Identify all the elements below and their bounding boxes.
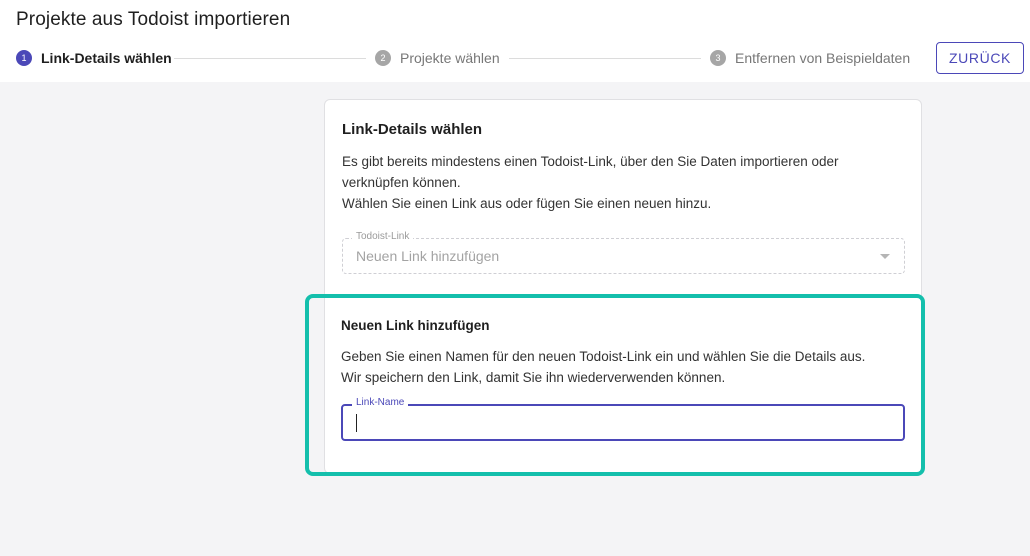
step-connector-2 bbox=[509, 58, 701, 59]
todoist-link-select[interactable]: Todoist-Link Neuen Link hinzufügen bbox=[342, 231, 905, 274]
card-title: Link-Details wählen bbox=[342, 121, 483, 138]
card-description: Es gibt bereits mindestens einen Todoist… bbox=[342, 151, 902, 214]
link-name-label: Link-Name bbox=[352, 397, 409, 408]
page-header: Projekte aus Todoist importieren 1 Link-… bbox=[0, 0, 1030, 82]
text-cursor bbox=[356, 414, 357, 432]
step-1-number: 1 bbox=[16, 50, 32, 66]
todoist-link-select-value: Neuen Link hinzufügen bbox=[356, 248, 500, 264]
link-name-field: Link-Name bbox=[341, 397, 905, 441]
step-3: 3 Entfernen von Beispieldaten bbox=[710, 49, 910, 67]
step-3-number: 3 bbox=[710, 50, 726, 66]
new-link-description-line-1: Geben Sie einen Namen für den neuen Todo… bbox=[341, 349, 866, 364]
link-name-input[interactable] bbox=[345, 408, 901, 437]
step-1-label: Link-Details wählen bbox=[41, 50, 172, 66]
back-button[interactable]: ZURÜCK bbox=[936, 42, 1024, 74]
todoist-link-select-label: Todoist-Link bbox=[352, 231, 414, 242]
new-link-description: Geben Sie einen Namen für den neuen Todo… bbox=[341, 346, 911, 388]
step-2: 2 Projekte wählen bbox=[375, 49, 500, 67]
caret-down-icon bbox=[880, 254, 890, 259]
step-2-number: 2 bbox=[375, 50, 391, 66]
page-title: Projekte aus Todoist importieren bbox=[16, 9, 291, 30]
step-3-label: Entfernen von Beispieldaten bbox=[735, 50, 911, 66]
card-description-line-2: Wählen Sie einen Link aus oder fügen Sie… bbox=[342, 196, 712, 211]
new-link-description-line-2: Wir speichern den Link, damit Sie ihn wi… bbox=[341, 370, 726, 385]
card-description-line-1: Es gibt bereits mindestens einen Todoist… bbox=[342, 154, 839, 190]
stepper: 1 Link-Details wählen 2 Projekte wählen … bbox=[0, 44, 1030, 72]
step-connector-1 bbox=[174, 58, 366, 59]
step-2-label: Projekte wählen bbox=[400, 50, 500, 66]
new-link-title: Neuen Link hinzufügen bbox=[341, 318, 490, 333]
step-1: 1 Link-Details wählen bbox=[16, 49, 172, 67]
